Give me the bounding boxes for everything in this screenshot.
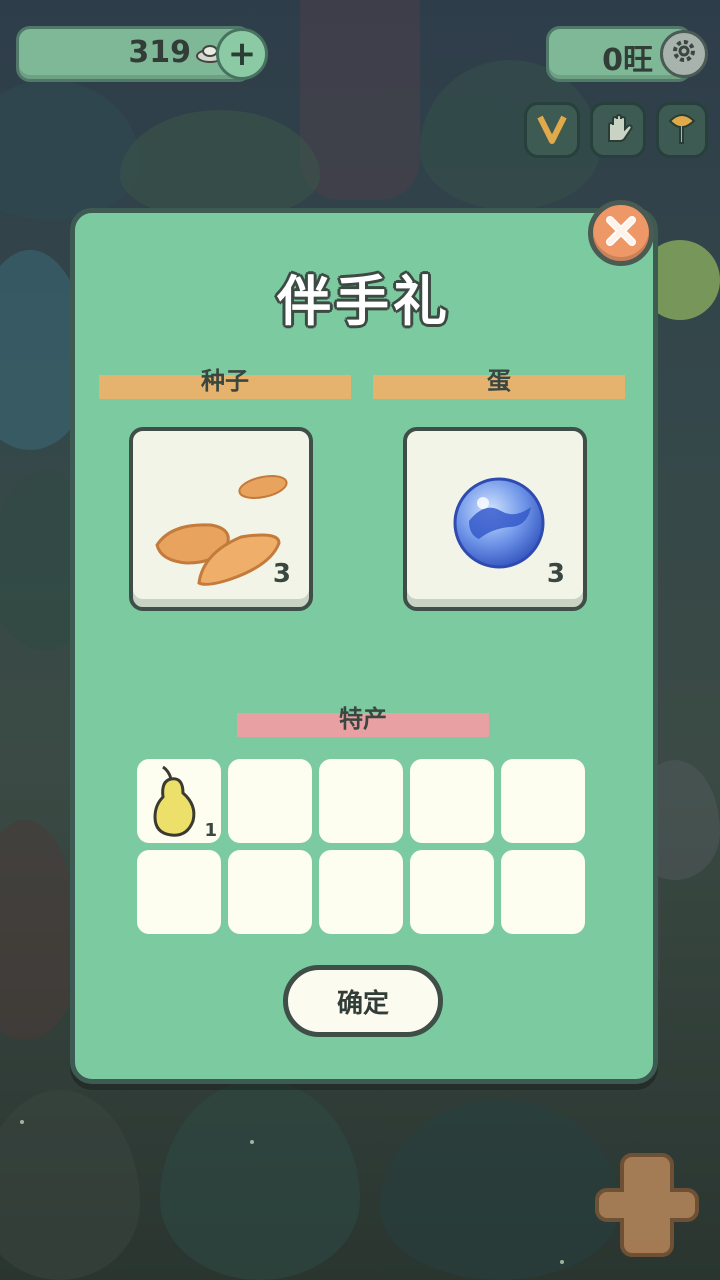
egg-slot[interactable]: 3 xyxy=(403,427,587,611)
movement-pad[interactable] xyxy=(592,1150,702,1260)
specialty-slot-empty[interactable] xyxy=(228,850,312,934)
specialty-section-header: 特产 xyxy=(237,705,489,737)
egg-section-header: 蛋 xyxy=(373,367,625,399)
v-button[interactable] xyxy=(524,102,580,158)
ginkgo-button[interactable] xyxy=(656,102,708,158)
hand-button[interactable] xyxy=(590,102,646,158)
v-icon xyxy=(535,111,569,149)
egg-section-label: 蛋 xyxy=(487,367,511,395)
settings-button[interactable] xyxy=(660,30,708,78)
hand-icon xyxy=(601,111,635,149)
seed-slot[interactable]: 3 xyxy=(129,427,313,611)
modal-title: 伴手礼 xyxy=(277,270,451,333)
blue-egg-icon xyxy=(451,475,547,575)
wang-count: 0旺 xyxy=(602,43,653,78)
pear-count: 1 xyxy=(204,820,217,841)
confirm-button[interactable]: 确定 xyxy=(283,965,443,1037)
specialty-slot-empty[interactable] xyxy=(501,759,585,843)
specialty-slot-empty[interactable] xyxy=(410,850,494,934)
currency-amount: 319 xyxy=(128,35,191,70)
gear-icon xyxy=(670,34,698,74)
egg-count: 3 xyxy=(546,559,565,589)
pear-icon xyxy=(149,763,205,843)
plus-icon: + xyxy=(227,34,257,74)
seed-count: 3 xyxy=(272,559,291,589)
ginkgo-leaf-icon xyxy=(667,111,697,149)
seeds-section-header: 种子 xyxy=(99,367,351,399)
specialty-slot-empty[interactable] xyxy=(137,850,221,934)
close-icon xyxy=(604,214,638,252)
seeds-section-label: 种子 xyxy=(201,367,249,395)
specialty-slot-empty[interactable] xyxy=(410,759,494,843)
specialty-slot-empty[interactable] xyxy=(319,759,403,843)
confirm-label: 确定 xyxy=(336,988,389,1019)
specialty-slot-empty[interactable] xyxy=(228,759,312,843)
specialty-slot-pear[interactable]: 1 xyxy=(137,759,221,843)
close-button[interactable] xyxy=(588,200,654,266)
add-currency-button[interactable]: + xyxy=(216,28,268,80)
specialty-slot-empty[interactable] xyxy=(501,850,585,934)
gift-modal: 伴手礼 种子 3 蛋 3 特产 1 确定 xyxy=(70,208,658,1084)
specialty-slot-empty[interactable] xyxy=(319,850,403,934)
specialty-section-label: 特产 xyxy=(339,705,387,733)
